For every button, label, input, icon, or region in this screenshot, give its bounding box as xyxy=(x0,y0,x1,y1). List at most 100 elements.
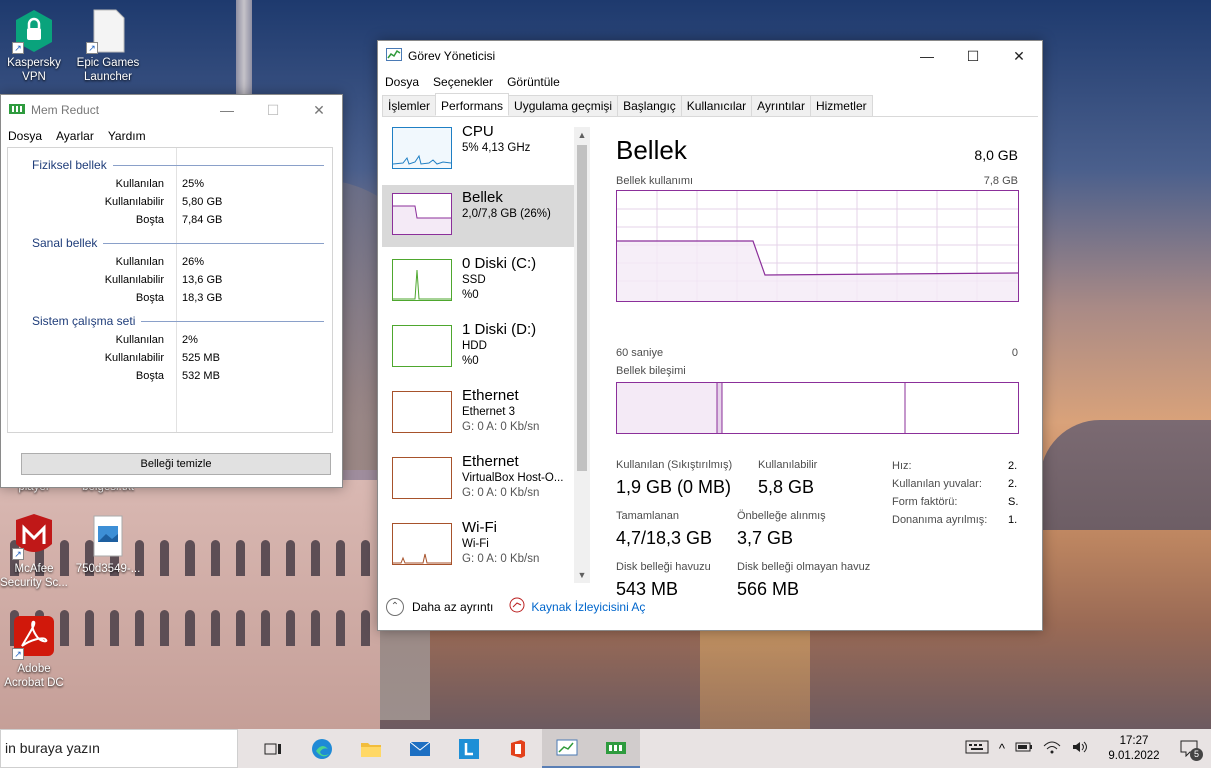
menu-ayarlar[interactable]: Ayarlar xyxy=(56,129,94,143)
mail-icon[interactable] xyxy=(395,729,444,768)
info-row: Kullanılan 2% xyxy=(8,334,324,350)
sidebar-item-name: 0 Diski (C:) xyxy=(462,255,537,272)
detail-value: 2. xyxy=(1008,478,1018,490)
sidebar-item-detail: G: 0 A: 0 Kb/sn xyxy=(462,553,540,565)
close-button[interactable]: ✕ xyxy=(296,95,342,125)
tab-details[interactable]: Ayrıntılar xyxy=(751,95,811,116)
taskbar-clock[interactable]: 17:27 9.01.2022 xyxy=(1099,734,1169,764)
menu-goruntule[interactable]: Görüntüle xyxy=(507,75,560,89)
sidebar-item-detail: 5% 4,13 GHz xyxy=(462,142,531,154)
desktop-icon-epic-games[interactable]: ↗ Epic Games Launcher xyxy=(74,8,142,84)
keyboard-icon[interactable] xyxy=(965,739,989,758)
stat-value: 5,8 GB xyxy=(758,477,815,497)
sidebar-item-memory[interactable]: Bellek 2,0/7,8 GB (26%) xyxy=(382,185,590,247)
taskbar-pinned-apps xyxy=(248,729,640,768)
info-value: 7,84 GB xyxy=(182,214,223,226)
sidebar-item-name: CPU xyxy=(462,123,494,140)
section-system-working-set: Sistem çalışma seti xyxy=(8,314,324,328)
menu-secenekler[interactable]: Seçenekler xyxy=(433,75,493,89)
task-view-icon[interactable] xyxy=(248,729,297,768)
file-explorer-icon[interactable] xyxy=(346,729,395,768)
sidebar-item-wifi[interactable]: Wi-Fi Wi-Fi G: 0 A: 0 Kb/sn xyxy=(382,515,590,577)
stat-value: 1,9 GB (0 MB) xyxy=(616,477,732,497)
tab-services[interactable]: Hizmetler xyxy=(809,95,873,116)
wifi-icon[interactable] xyxy=(1043,740,1061,757)
stat-label: Kullanılan (Sıkıştırılmış) xyxy=(616,459,733,471)
notification-count: 5 xyxy=(1190,747,1203,761)
disk-c-thumbnail-graph xyxy=(392,259,452,301)
memreduct-titlebar[interactable]: Mem Reduct — ☐ ✕ xyxy=(1,95,342,125)
fewer-details-link[interactable]: Daha az ayrıntı xyxy=(412,600,493,614)
lernia-app-icon[interactable] xyxy=(444,729,493,768)
clean-memory-button[interactable]: Belleği temizle xyxy=(21,453,331,475)
sidebar-item-detail: G: 0 A: 0 Kb/sn xyxy=(462,421,540,433)
volume-icon[interactable] xyxy=(1071,740,1089,757)
edge-icon[interactable] xyxy=(297,729,346,768)
memory-thumbnail-graph xyxy=(392,193,452,235)
stat-value: 4,7/18,3 GB xyxy=(616,528,713,548)
open-resource-monitor-link[interactable]: Kaynak İzleyicisini Aç xyxy=(531,600,645,614)
chevron-up-icon[interactable]: ⌃ xyxy=(386,597,404,616)
resource-monitor-icon xyxy=(509,597,525,616)
sidebar-item-name: Ethernet xyxy=(462,387,519,404)
sidebar-item-name: Bellek xyxy=(462,189,503,206)
detail-label: Hız: xyxy=(892,460,912,472)
task-manager-taskbar-icon[interactable] xyxy=(542,729,591,768)
stat-label: Önbelleğe alınmış xyxy=(737,510,826,522)
maximize-button[interactable]: ☐ xyxy=(250,95,296,125)
mem-reduct-taskbar-icon[interactable] xyxy=(591,729,640,768)
chevron-up-icon[interactable]: ^ xyxy=(999,741,1005,756)
battery-icon[interactable] xyxy=(1015,741,1033,756)
info-value: 2% xyxy=(182,334,198,346)
task-manager-title: Görev Yöneticisi xyxy=(408,49,496,63)
sidebar-item-cpu[interactable]: CPU 5% 4,13 GHz xyxy=(382,119,590,181)
graph-time-left: 60 saniye xyxy=(616,347,664,359)
info-row: Kullanılan 25% xyxy=(8,178,324,194)
tab-users[interactable]: Kullanıcılar xyxy=(680,95,753,116)
minimize-button[interactable]: — xyxy=(904,41,950,71)
sidebar-item-ethernet-3[interactable]: Ethernet Ethernet 3 G: 0 A: 0 Kb/sn xyxy=(382,383,590,445)
sidebar-item-detail: 2,0/7,8 GB (26%) xyxy=(462,208,551,220)
task-manager-titlebar[interactable]: Görev Yöneticisi — ☐ ✕ xyxy=(378,41,1042,71)
close-button[interactable]: ✕ xyxy=(996,41,1042,71)
notification-icon[interactable]: 5 xyxy=(1179,739,1203,761)
task-manager-footer: ⌃ Daha az ayrıntı Kaynak İzleyicisini Aç xyxy=(386,597,645,616)
sidebar-item-disk-d[interactable]: 1 Diski (D:) HDD %0 xyxy=(382,317,590,379)
desktop-icon-mcafee[interactable]: ↗ McAfee Security Sc... xyxy=(0,514,68,590)
maximize-button[interactable]: ☐ xyxy=(950,41,996,71)
desktop-icon-image-file[interactable]: 750d3549-... xyxy=(74,514,142,576)
tab-processes[interactable]: İşlemler xyxy=(382,95,437,116)
desktop-icon-adobe-acrobat[interactable]: ↗ Adobe Acrobat DC xyxy=(0,614,68,690)
taskbar-search-box[interactable]: in buraya yazın xyxy=(0,729,238,768)
office-icon[interactable] xyxy=(493,729,542,768)
scroll-up-icon[interactable]: ▲ xyxy=(574,127,590,143)
scrollbar-thumb[interactable] xyxy=(577,145,587,471)
sidebar-item-disk-c[interactable]: 0 Diski (C:) SSD %0 xyxy=(382,251,590,313)
scroll-down-icon[interactable]: ▼ xyxy=(574,567,590,583)
task-manager-app-icon xyxy=(386,47,402,65)
sidebar-item-detail: G: 0 A: 0 Kb/sn xyxy=(462,487,540,499)
info-row: Kullanılabilir 13,6 GB xyxy=(8,274,324,290)
sidebar-item-ethernet-virtualbox[interactable]: Ethernet VirtualBox Host-O... G: 0 A: 0 … xyxy=(382,449,590,511)
info-value: 525 MB xyxy=(182,352,220,364)
menu-dosya[interactable]: Dosya xyxy=(385,75,419,89)
clock-time: 17:27 xyxy=(1119,734,1149,747)
info-value: 532 MB xyxy=(182,370,220,382)
desktop-icon-kaspersky-vpn[interactable]: ↗ Kaspersky VPN xyxy=(0,8,68,84)
info-row: Boşta 18,3 GB xyxy=(8,292,324,308)
minimize-button[interactable]: — xyxy=(204,95,250,125)
info-value: 26% xyxy=(182,256,205,268)
sidebar-item-detail: VirtualBox Host-O... xyxy=(462,472,564,484)
sidebar-scrollbar[interactable]: ▲ ▼ xyxy=(574,127,590,583)
adobe-acrobat-icon: ↗ xyxy=(12,614,56,660)
performance-sidebar: CPU 5% 4,13 GHz Bellek 2,0/7,8 GB (26%) … xyxy=(382,119,590,581)
shortcut-arrow-icon: ↗ xyxy=(12,42,24,54)
tab-startup[interactable]: Başlangıç xyxy=(617,95,682,116)
tab-performance[interactable]: Performans xyxy=(435,93,510,116)
disk-d-thumbnail-graph xyxy=(392,325,452,367)
shortcut-arrow-icon: ↗ xyxy=(86,42,98,54)
detail-value: 2. xyxy=(1008,460,1018,472)
menu-yardim[interactable]: Yardım xyxy=(108,129,146,143)
tab-app-history[interactable]: Uygulama geçmişi xyxy=(508,95,619,116)
menu-dosya[interactable]: Dosya xyxy=(8,129,42,143)
